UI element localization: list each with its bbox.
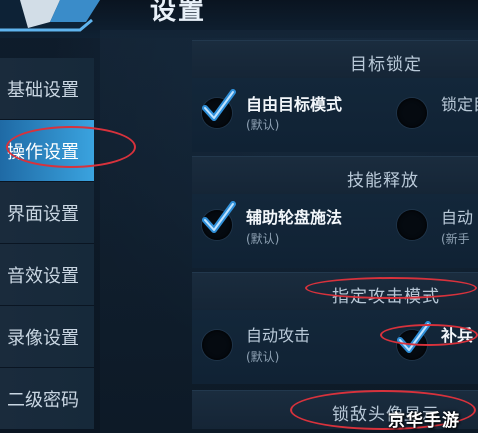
option-radio-auto-cast[interactable]: [397, 210, 427, 240]
checkmark-icon: [202, 89, 236, 121]
option-sublabel: (新手: [441, 232, 470, 246]
option-radio-free-target[interactable]: [202, 89, 236, 128]
sidebar-item-label: 界面设置: [7, 204, 79, 225]
section-header-target-lock: 目标锁定: [192, 40, 478, 79]
section-body-target-lock: 自由目标模式 (默认) 锁定目: [192, 78, 478, 152]
annotation-ellipse: [6, 126, 136, 168]
annotation-ellipse: [380, 324, 478, 346]
watermark: 京华手游: [388, 411, 460, 431]
option-sublabel: (默认): [246, 232, 280, 246]
section-title: 目标锁定: [350, 55, 422, 75]
option-label-free-target: 自由目标模式: [246, 95, 343, 114]
sidebar-item-sound-settings[interactable]: 音效设置: [0, 244, 94, 306]
sidebar-item-replay-settings[interactable]: 录像设置: [0, 306, 94, 368]
option-radio-auto-attack[interactable]: [202, 330, 232, 360]
option-label-assist-wheel: 辅助轮盘施法: [246, 208, 343, 227]
sidebar: 基础设置 操作设置 界面设置 音效设置 录像设置 二级密码: [0, 58, 94, 433]
sidebar-item-label: 二级密码: [7, 390, 79, 411]
option-radio-assist-wheel[interactable]: [202, 201, 236, 240]
sidebar-item-label: 基础设置: [7, 80, 79, 101]
page-title: 设置: [150, 0, 207, 26]
option-sublabel: (默认): [246, 118, 280, 132]
option-radio-lock-target[interactable]: [397, 98, 427, 128]
sidebar-item-interface-settings[interactable]: 界面设置: [0, 182, 94, 244]
section-header-skill-cast: 技能释放: [192, 156, 478, 195]
sidebar-item-label: 录像设置: [7, 328, 79, 349]
option-label-lock-target: 锁定目: [441, 95, 478, 114]
sidebar-item-secondary-password[interactable]: 二级密码: [0, 368, 94, 430]
section-title: 技能释放: [347, 171, 419, 191]
section-body-attack-mode: 自动攻击 (默认) 补兵: [192, 310, 478, 384]
checkmark-icon: [202, 201, 236, 233]
sidebar-item-label: 音效设置: [7, 266, 79, 287]
annotation-ellipse: [305, 277, 477, 299]
option-label-auto-attack: 自动攻击: [246, 326, 311, 345]
settings-screen: 设置 基础设置 操作设置 界面设置 音效设置 录像设置 二级密码 目标锁定 自由…: [0, 0, 478, 433]
sidebar-item-basic-settings[interactable]: 基础设置: [0, 58, 94, 120]
option-label-auto-cast: 自动: [441, 208, 474, 227]
section-body-skill-cast: 辅助轮盘施法 (默认) 自动 (新手: [192, 194, 478, 268]
option-sublabel: (默认): [246, 350, 280, 364]
